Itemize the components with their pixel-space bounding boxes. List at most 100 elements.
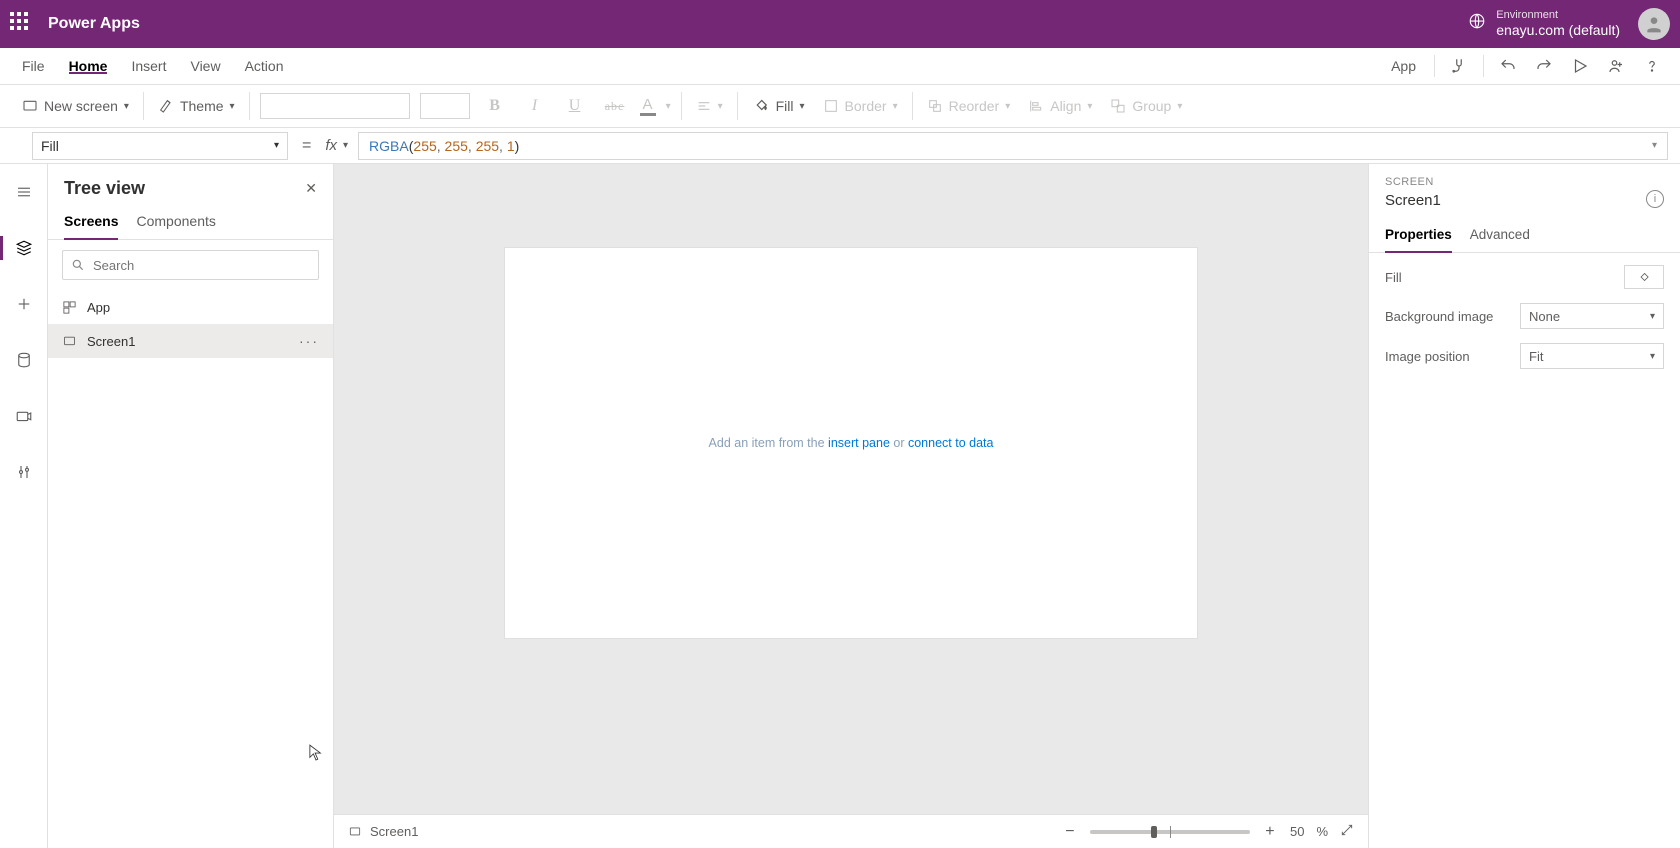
rail-tree-view[interactable]: [8, 232, 40, 264]
ribbon-toolbar: New screen ▾ Theme ▾ B I U abc A ▾ ▾: [0, 85, 1680, 128]
chevron-down-icon: ▾: [1650, 351, 1655, 362]
font-color-button[interactable]: A: [640, 97, 656, 116]
tab-components[interactable]: Components: [136, 207, 215, 239]
close-panel-button[interactable]: ✕: [305, 180, 317, 197]
share-button[interactable]: [1598, 48, 1634, 84]
preview-button[interactable]: [1562, 48, 1598, 84]
tree-item-more-button[interactable]: ···: [299, 333, 319, 349]
fill-label: Fill: [776, 98, 794, 114]
theme-label: Theme: [180, 98, 224, 114]
border-button[interactable]: Border ▾: [819, 90, 902, 122]
tree-search-input[interactable]: [93, 258, 310, 273]
group-label: Group: [1132, 98, 1171, 114]
tree-item-label: App: [87, 300, 110, 315]
prop-bg-image-dropdown[interactable]: None ▾: [1520, 303, 1664, 329]
menu-view[interactable]: View: [178, 58, 232, 74]
tree-view-panel: Tree view ✕ Screens Components App Scree…: [48, 164, 334, 848]
zoom-out-button[interactable]: −: [1062, 823, 1078, 841]
undo-button[interactable]: [1490, 48, 1526, 84]
tab-screens[interactable]: Screens: [64, 207, 118, 239]
screen-canvas[interactable]: Add an item from the insert pane or conn…: [505, 248, 1197, 638]
app-title: Power Apps: [48, 15, 140, 33]
font-size-dropdown[interactable]: [420, 93, 470, 119]
fx-button[interactable]: fx ▾: [325, 137, 348, 154]
text-align-button[interactable]: ▾: [692, 90, 727, 122]
chevron-down-icon: ▾: [274, 140, 279, 151]
reorder-label: Reorder: [949, 98, 1000, 114]
rail-hamburger[interactable]: [8, 176, 40, 208]
formula-input[interactable]: RGBA(255, 255, 255, 1) ▾: [358, 132, 1668, 160]
italic-button[interactable]: I: [520, 97, 550, 115]
align-button[interactable]: Align ▾: [1024, 90, 1096, 122]
app-checker-button[interactable]: [1441, 48, 1477, 84]
properties-panel: SCREEN Screen1 i Properties Advanced Fil…: [1368, 164, 1680, 848]
props-tab-properties[interactable]: Properties: [1385, 221, 1452, 252]
border-label: Border: [845, 98, 887, 114]
breadcrumb-label: Screen1: [370, 824, 418, 839]
menu-home[interactable]: Home: [57, 58, 120, 74]
zoom-in-button[interactable]: +: [1262, 823, 1278, 841]
app-settings-link[interactable]: App: [1379, 58, 1428, 74]
chevron-down-icon: ▾: [718, 101, 723, 112]
reorder-button[interactable]: Reorder ▾: [923, 90, 1015, 122]
equals-sign: =: [298, 137, 315, 155]
rail-media[interactable]: [8, 400, 40, 432]
prop-img-pos-dropdown[interactable]: Fit ▾: [1520, 343, 1664, 369]
chevron-down-icon: ▾: [1177, 101, 1182, 112]
insert-pane-link[interactable]: insert pane: [828, 436, 890, 450]
environment-icon: [1468, 12, 1486, 35]
new-screen-label: New screen: [44, 98, 118, 114]
canvas-footer: Screen1 − + 50 %: [334, 814, 1368, 848]
bold-button[interactable]: B: [480, 97, 510, 115]
tree-item-screen1[interactable]: Screen1 ···: [48, 324, 333, 358]
help-button[interactable]: [1634, 48, 1670, 84]
fit-to-window-button[interactable]: [1340, 823, 1354, 840]
formula-fn: RGBA: [369, 138, 409, 154]
property-selector-value: Fill: [41, 138, 59, 154]
canvas-placeholder: Add an item from the insert pane or conn…: [709, 436, 994, 450]
rail-data[interactable]: [8, 344, 40, 376]
tree-item-app[interactable]: App: [48, 290, 333, 324]
menu-file[interactable]: File: [10, 58, 57, 74]
user-avatar[interactable]: [1638, 8, 1670, 40]
menu-action[interactable]: Action: [233, 58, 296, 74]
strikethrough-button[interactable]: abc: [600, 99, 630, 114]
zoom-value: 50: [1290, 824, 1304, 839]
rail-advanced-tools[interactable]: [8, 456, 40, 488]
tree-item-label: Screen1: [87, 334, 135, 349]
prop-img-pos-label: Image position: [1385, 349, 1470, 364]
chevron-down-icon: ▾: [343, 140, 348, 151]
property-selector[interactable]: Fill ▾: [32, 132, 288, 160]
zoom-slider[interactable]: [1090, 830, 1250, 834]
new-screen-button[interactable]: New screen ▾: [18, 90, 133, 122]
environment-label: Environment: [1496, 9, 1620, 22]
main-area: Tree view ✕ Screens Components App Scree…: [0, 164, 1680, 848]
theme-button[interactable]: Theme ▾: [154, 90, 239, 122]
chevron-down-icon: ▾: [666, 101, 671, 112]
environment-picker[interactable]: Environment enayu.com (default): [1468, 9, 1620, 39]
canvas-area[interactable]: Add an item from the insert pane or conn…: [334, 164, 1368, 814]
fx-label: fx: [325, 137, 337, 154]
environment-name: enayu.com (default): [1496, 22, 1620, 39]
group-button[interactable]: Group ▾: [1106, 90, 1186, 122]
align-label: Align: [1050, 98, 1081, 114]
prop-bg-image-value: None: [1529, 309, 1560, 324]
formula-expand-icon[interactable]: ▾: [1652, 140, 1657, 151]
properties-name: Screen1: [1385, 192, 1441, 209]
app-launcher-icon[interactable]: [10, 12, 34, 36]
menu-insert[interactable]: Insert: [119, 58, 178, 74]
redo-button[interactable]: [1526, 48, 1562, 84]
properties-info-button[interactable]: i: [1646, 190, 1664, 208]
formula-bar: Fill ▾ = fx ▾ RGBA(255, 255, 255, 1) ▾: [0, 128, 1680, 164]
fill-color-button[interactable]: Fill ▾: [748, 90, 809, 122]
properties-type-label: SCREEN: [1385, 176, 1664, 188]
props-tab-advanced[interactable]: Advanced: [1470, 221, 1530, 252]
prop-fill-color-button[interactable]: [1624, 265, 1664, 289]
tree-search[interactable]: [62, 250, 319, 280]
connect-data-link[interactable]: connect to data: [908, 436, 993, 450]
underline-button[interactable]: U: [560, 97, 590, 115]
chevron-down-icon: ▾: [230, 101, 235, 112]
rail-insert[interactable]: [8, 288, 40, 320]
font-family-dropdown[interactable]: [260, 93, 410, 119]
canvas-breadcrumb[interactable]: Screen1: [348, 824, 418, 839]
